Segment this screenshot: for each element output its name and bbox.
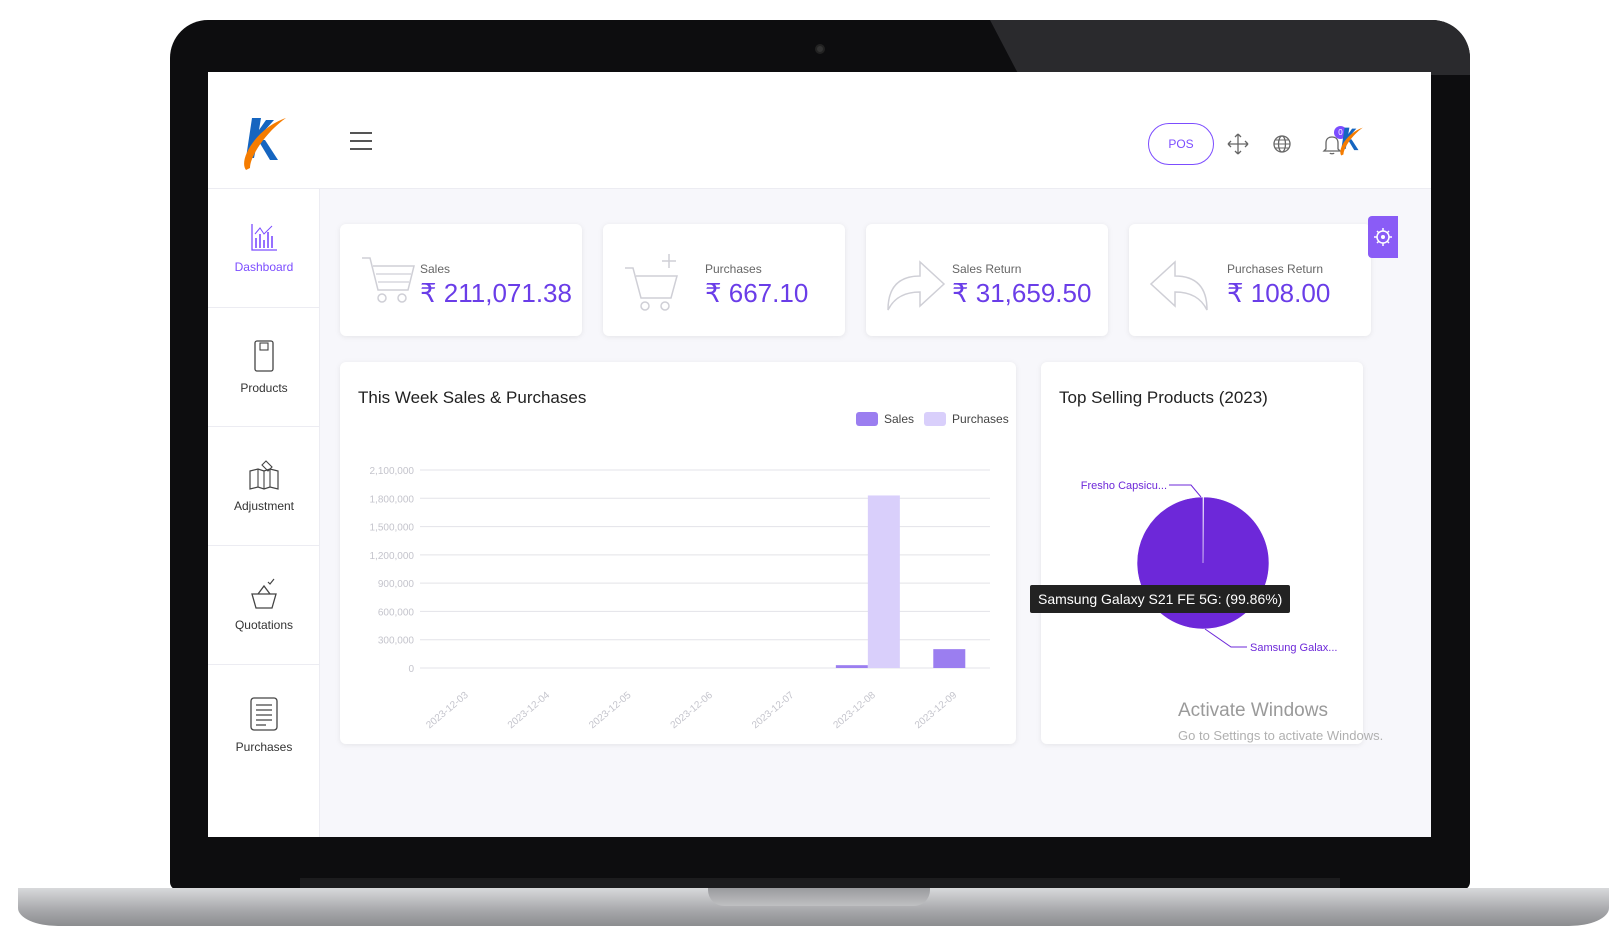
menu-toggle-icon[interactable] bbox=[350, 132, 372, 156]
x-tick-label: 2023-12-05 bbox=[587, 690, 634, 732]
pos-button[interactable]: POS bbox=[1148, 123, 1214, 165]
sales-return-card[interactable]: Sales Return ₹ 31,659.50 bbox=[866, 224, 1108, 336]
gear-icon bbox=[1374, 228, 1392, 246]
sidebar-item-label: Adjustment bbox=[233, 499, 295, 513]
purchases-card[interactable]: Purchases ₹ 667.10 bbox=[603, 224, 845, 336]
cart-icon bbox=[362, 257, 415, 303]
user-avatar[interactable] bbox=[1336, 122, 1366, 160]
chart-icon bbox=[251, 224, 277, 251]
windows-watermark-title: Activate Windows bbox=[1178, 700, 1328, 721]
y-tick-label: 300,000 bbox=[378, 636, 415, 647]
move-icon[interactable] bbox=[1226, 132, 1250, 156]
globe-icon[interactable] bbox=[1270, 132, 1294, 156]
y-tick-label: 900,000 bbox=[378, 579, 415, 590]
x-tick-label: 2023-12-03 bbox=[424, 690, 471, 732]
sidebar-item-label: Products bbox=[240, 381, 288, 395]
laptop-hinge bbox=[300, 878, 1340, 888]
app-logo[interactable] bbox=[236, 108, 292, 178]
back-arrow-icon bbox=[1149, 260, 1208, 311]
laptop-notch bbox=[708, 888, 930, 906]
camera bbox=[815, 44, 825, 54]
sidebar-item-label: Quotations bbox=[234, 618, 294, 632]
sidebar-item-label: Dashboard bbox=[234, 260, 294, 274]
stat-value: ₹ 31,659.50 bbox=[952, 278, 1092, 308]
adjustment-icon bbox=[249, 460, 279, 490]
y-tick-label: 2,100,000 bbox=[370, 466, 415, 477]
pie-leader-line bbox=[1204, 628, 1247, 648]
stat-label: Sales Return bbox=[952, 262, 1022, 276]
sidebar-item-adjustment[interactable]: Adjustment bbox=[208, 427, 320, 546]
top-bar: POS 0 bbox=[208, 72, 1431, 189]
forward-arrow-icon bbox=[887, 260, 946, 311]
x-tick-label: 2023-12-06 bbox=[669, 690, 716, 732]
receipt-icon bbox=[250, 696, 278, 731]
x-tick-label: 2023-12-04 bbox=[506, 690, 553, 732]
top-products-pie-chart: Fresho Capsicu... Samsung Galax... bbox=[1081, 480, 1338, 654]
x-tick-label: 2023-12-08 bbox=[832, 690, 879, 732]
y-tick-label: 1,200,000 bbox=[370, 551, 415, 562]
y-tick-label: 1,800,000 bbox=[370, 494, 415, 505]
stat-label: Purchases Return bbox=[1227, 262, 1324, 276]
pie-tooltip: Samsung Galaxy S21 FE 5G: (99.86%) bbox=[1030, 585, 1291, 613]
sidebar-item-products[interactable]: Products bbox=[208, 308, 320, 427]
stat-label: Sales bbox=[420, 262, 451, 276]
stat-value: ₹ 211,071.38 bbox=[420, 278, 572, 308]
x-tick-label: 2023-12-07 bbox=[750, 690, 797, 732]
cart-plus-icon bbox=[625, 254, 678, 311]
bar-sales bbox=[933, 649, 966, 668]
pie-label: Fresho Capsicu... bbox=[1081, 480, 1167, 492]
y-tick-label: 600,000 bbox=[378, 607, 415, 618]
basket-icon bbox=[251, 578, 277, 609]
sidebar-item-quotations[interactable]: Quotations bbox=[208, 546, 320, 665]
sidebar-item-purchases[interactable]: Purchases bbox=[208, 665, 320, 784]
sidebar-item-dashboard[interactable]: Dashboard bbox=[208, 189, 320, 308]
purchases-return-card[interactable]: Purchases Return ₹ 108.00 bbox=[1129, 224, 1371, 336]
settings-button[interactable] bbox=[1368, 216, 1398, 258]
weekly-bar-chart: 2,100,000 1,800,000 1,500,000 1,200,000 900,… bbox=[370, 466, 990, 732]
bar-purchases bbox=[867, 495, 900, 668]
stat-label: Purchases bbox=[705, 262, 762, 276]
top-products-panel: Top Selling Products (2023) Fresho Capsi… bbox=[1041, 362, 1363, 744]
y-tick-label: 1,500,000 bbox=[370, 523, 415, 534]
windows-watermark-subtitle: Go to Settings to activate Windows. bbox=[1178, 728, 1384, 743]
pie-leader-line bbox=[1169, 484, 1202, 498]
weekly-chart-panel: This Week Sales & Purchases Sales Purcha… bbox=[340, 362, 1016, 744]
stat-value: ₹ 667.10 bbox=[705, 278, 809, 308]
bar-sales bbox=[835, 665, 868, 668]
sales-card[interactable]: Sales ₹ 211,071.38 bbox=[340, 224, 582, 336]
x-tick-label: 2023-12-09 bbox=[913, 690, 960, 732]
product-icon bbox=[254, 340, 274, 372]
app-screen: POS 0 Dashboard Products Adjustment Quot… bbox=[208, 72, 1431, 837]
sidebar-item-label: Purchases bbox=[235, 739, 293, 754]
stat-value: ₹ 108.00 bbox=[1227, 278, 1331, 308]
bezel-glare bbox=[990, 20, 1470, 75]
sidebar: Dashboard Products Adjustment Quotations… bbox=[208, 189, 320, 837]
pie-label: Samsung Galax... bbox=[1250, 642, 1337, 654]
y-tick-label: 0 bbox=[408, 664, 414, 675]
